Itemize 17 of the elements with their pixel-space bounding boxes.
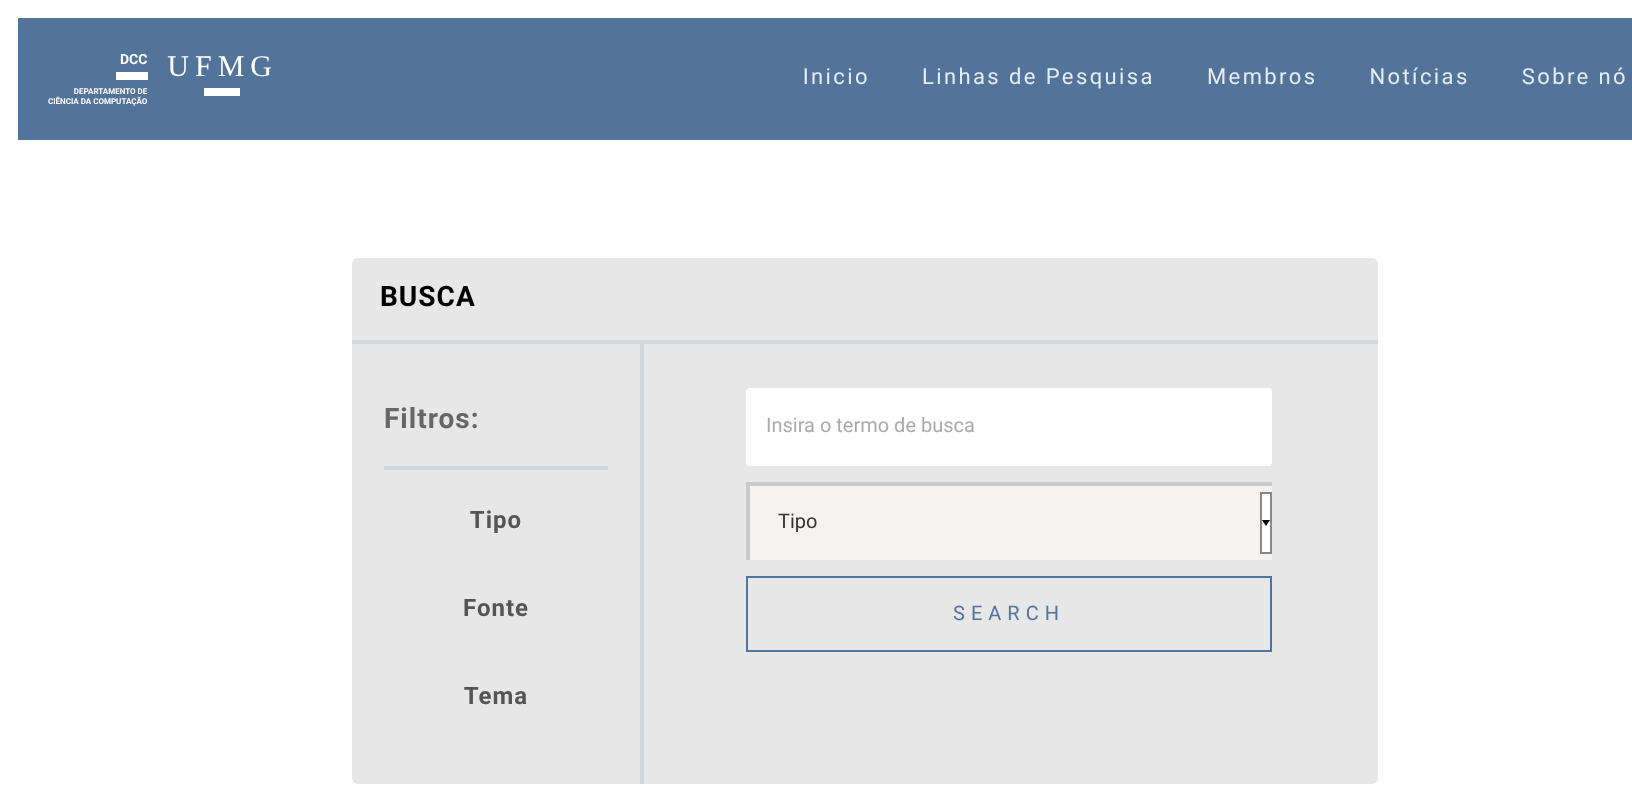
university-logo-text: UFMG	[167, 53, 279, 83]
filters-heading: Filtros:	[384, 400, 608, 470]
logo-bar-icon	[204, 87, 241, 95]
filter-option[interactable]: Tema	[463, 678, 529, 714]
logo-bar-icon	[115, 71, 148, 79]
filter-option[interactable]: Tipo	[469, 502, 523, 538]
search-button[interactable]: SEARCH	[746, 576, 1272, 652]
nav-link[interactable]: Inicio	[802, 62, 870, 96]
filter-option[interactable]: Fonte	[462, 590, 529, 626]
type-select[interactable]: Tipo	[746, 482, 1272, 560]
panel-title: BUSCA	[380, 280, 476, 318]
dropdown-caret-icon	[1260, 492, 1272, 554]
nav-link[interactable]: Membros	[1207, 62, 1318, 96]
nav-link[interactable]: Sobre nó	[1521, 62, 1628, 96]
nav-link[interactable]: Notícias	[1369, 62, 1470, 96]
nav-link[interactable]: Linhas de Pesquisa	[921, 62, 1155, 96]
search-field[interactable]: Insira o termo de busca	[746, 388, 1272, 466]
